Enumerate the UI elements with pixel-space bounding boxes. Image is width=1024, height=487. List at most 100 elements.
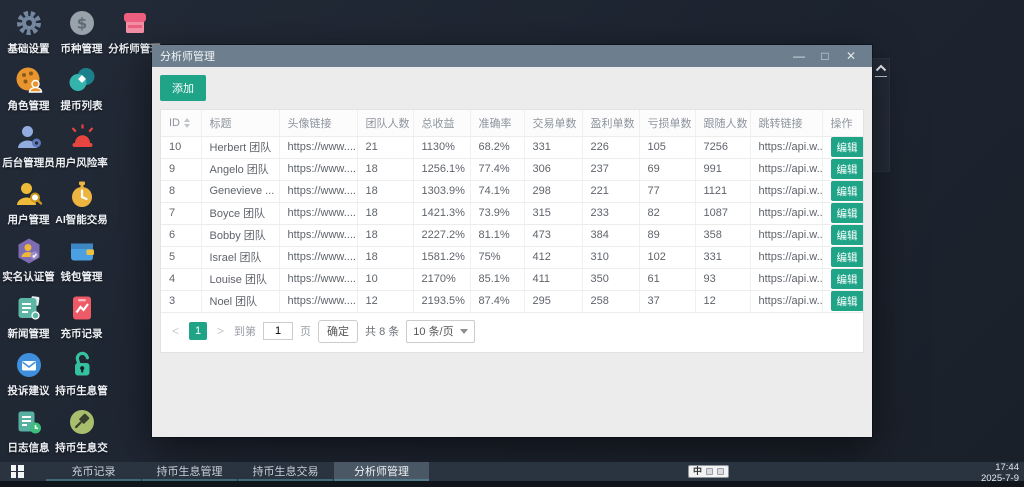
padlock-icon[interactable] [67,350,97,380]
table-cell: 10 [161,136,201,158]
desktop-icon[interactable]: 持币生息管 [55,346,108,403]
desktop-icon[interactable]: 钱包管理 [55,232,108,289]
stopwatch-icon[interactable] [67,179,97,209]
taskbar-item[interactable]: 持币生息交易 [238,462,333,481]
desktop-icon[interactable]: AI智能交易 [55,175,108,232]
desktop-icon[interactable]: 日志信息 [2,403,55,460]
edit-button[interactable]: 编辑 [831,159,864,179]
table-cell: 18 [357,180,413,202]
start-button[interactable] [0,462,34,481]
edit-button[interactable]: 编辑 [831,225,864,245]
edit-button[interactable]: 编辑 [831,269,864,289]
desktop-icon[interactable]: 提币列表 [55,61,108,118]
admin-user-icon[interactable] [14,122,44,152]
next-page-button[interactable]: > [214,324,227,338]
table-row: 7Boyce 团队https://www....181421.3%73.9%31… [161,202,864,224]
desktop-icon-label: 后台管理员 [2,155,55,170]
dollar-coin-icon[interactable]: $ [67,8,97,38]
log-doc-icon[interactable] [14,407,44,437]
sort-icon[interactable] [184,118,190,128]
desktop-icon[interactable]: 投诉建议 [2,346,55,403]
minimize-button[interactable]: — [786,49,812,63]
ime-toolbar[interactable]: 中 [688,465,729,478]
table-cell: 412 [524,246,582,268]
prev-page-button[interactable]: < [169,324,182,338]
window-titlebar[interactable]: 分析师管理 — □ ✕ [152,45,872,67]
chevron-up-icon[interactable] [875,64,887,72]
ime-mode-icon[interactable] [706,468,713,475]
column-header-10: 跟随人数 [695,110,750,136]
page-size-select[interactable]: 10 条/页 [406,320,474,343]
news-doc-icon[interactable] [14,293,44,323]
table-cell: 233 [582,202,639,224]
desktop-icon[interactable]: 用户风险率 [55,118,108,175]
table-cell: 12 [357,290,413,312]
edit-button[interactable]: 编辑 [831,291,864,311]
table-cell: Bobby 团队 [201,224,279,246]
add-button[interactable]: 添加 [160,75,206,101]
taskbar-item[interactable]: 分析师管理 [334,462,429,481]
taskbar-item[interactable]: 充币记录 [46,462,141,481]
gavel-icon[interactable] [67,407,97,437]
id-badge-icon[interactable] [14,236,44,266]
page-input[interactable] [263,322,293,340]
desktop-icon[interactable]: 基础设置 [2,4,55,61]
column-header-1[interactable]: ID [161,110,201,136]
store-icon[interactable] [120,8,150,38]
table-cell: 1581.2% [413,246,470,268]
pagination: < 1 > 到第 页 确定 共 8 条 10 条/页 [161,313,863,352]
maximize-button[interactable]: □ [812,49,838,63]
svg-text:$: $ [76,15,86,33]
edit-button[interactable]: 编辑 [831,181,864,201]
taskbar-item[interactable]: 持币生息管理 [142,462,237,481]
table-cell: https://api.w... [750,136,822,158]
ime-settings-icon[interactable] [717,468,724,475]
desktop-icon[interactable]: 持币生息交 [55,403,108,460]
desktop-icon[interactable]: $币种管理 [55,4,108,61]
desktop-icon[interactable]: 新闻管理 [2,289,55,346]
desktop-icon-label: 用户风险率 [55,155,108,170]
desktop-icon[interactable]: 后台管理员 [2,118,55,175]
edit-button[interactable]: 编辑 [831,203,864,223]
table-cell: 89 [639,224,695,246]
siren-icon[interactable] [67,122,97,152]
column-header-9: 亏损单数 [639,110,695,136]
user-search-icon[interactable] [14,179,44,209]
column-header-2: 标题 [201,110,279,136]
close-button[interactable]: ✕ [838,49,864,63]
column-header-7: 交易单数 [524,110,582,136]
desktop-icon-label: 角色管理 [8,98,50,113]
column-header-6: 准确率 [470,110,524,136]
table-cell: 77 [639,180,695,202]
table-cell: 991 [695,158,750,180]
confirm-button[interactable]: 确定 [318,320,358,343]
actions-cell: 编辑... [822,158,864,180]
chart-card-icon[interactable] [67,293,97,323]
actions-cell: 编辑... [822,290,864,312]
table-cell: 2170% [413,268,470,290]
mail-circle-icon[interactable] [14,350,44,380]
table-cell: 82 [639,202,695,224]
table-cell: 73.9% [470,202,524,224]
withdraw-circles-icon[interactable] [67,65,97,95]
ime-language-indicator[interactable]: 中 [693,467,702,476]
palette-icon[interactable] [14,65,44,95]
desktop-icon[interactable]: 角色管理 [2,61,55,118]
desktop-icon[interactable]: 实名认证管 [2,232,55,289]
table-body: 10Herbert 团队https://www....211130%68.2%3… [161,136,864,312]
edit-button[interactable]: 编辑 [831,247,864,267]
gear-icon[interactable] [14,8,44,38]
actions-cell: 编辑... [822,224,864,246]
table-cell: 1421.3% [413,202,470,224]
desktop-icon[interactable]: 充币记录 [55,289,108,346]
page-number-button[interactable]: 1 [189,322,207,340]
goto-label: 到第 [234,323,256,339]
table-cell: 105 [639,136,695,158]
table-cell: 93 [695,268,750,290]
column-header-12: 操作 [822,110,864,136]
desktop-icon[interactable]: 用户管理 [2,175,55,232]
actions-cell: 编辑... [822,136,864,158]
table-cell: 473 [524,224,582,246]
edit-button[interactable]: 编辑 [831,137,864,157]
wallet-icon[interactable] [67,236,97,266]
